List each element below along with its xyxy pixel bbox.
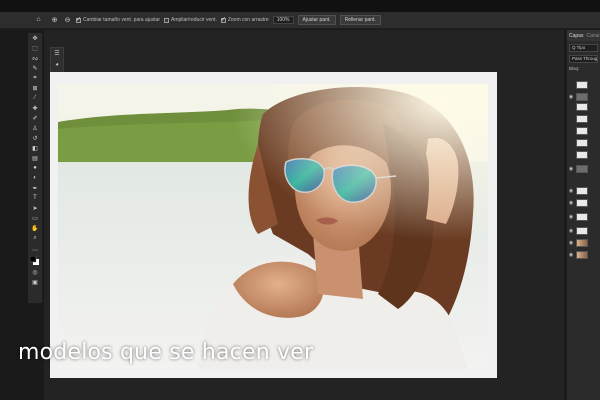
layer-row[interactable]: ◉ [568, 92, 600, 102]
scrubby-zoom-label: Zoom con arrastre [227, 17, 269, 23]
layer-row[interactable]: ◉ [568, 164, 600, 174]
layer-row[interactable]: ◉ [568, 212, 600, 222]
layer-row[interactable] [568, 114, 600, 124]
fill-screen-button[interactable]: Rellenar pant. [339, 15, 381, 25]
crop-tool-icon[interactable]: ⌗ [28, 73, 42, 83]
eye-icon[interactable]: ◉ [568, 200, 574, 206]
layer-filter-field[interactable]: Q Tipo [569, 44, 598, 52]
photo-woman-sunglasses [58, 84, 488, 369]
resize-windows-label: Cambiar tamaño vent. para ajustar [83, 17, 160, 23]
photo-layer-thumbnail [576, 251, 588, 259]
tab-layers[interactable]: Capas [569, 33, 583, 39]
rectangle-tool-icon[interactable]: ▭ [28, 213, 42, 223]
layer-row[interactable]: ◉ [568, 238, 600, 248]
history-brush-icon[interactable]: ↺ [28, 133, 42, 143]
eye-icon[interactable]: ◉ [568, 252, 574, 258]
app-title-bar [0, 0, 600, 12]
eye-icon[interactable]: ◉ [568, 94, 574, 100]
color-swatches-icon[interactable] [28, 255, 42, 265]
tools-panel: ✥ ⬚ ᔓ ✎ ⌗ ⊠ ⁄ ✚ ✐ ♙ ↺ ◧ ▤ ● ◐ ✒ T ➤ ▭ ✋ … [28, 33, 42, 303]
quick-select-tool-icon[interactable]: ✎ [28, 63, 42, 73]
home-icon[interactable]: ⌂ [34, 15, 43, 24]
clone-stamp-icon[interactable]: ♙ [28, 123, 42, 133]
checkbox-box[interactable] [163, 17, 169, 23]
layer-thumbnail [576, 213, 588, 221]
layer-thumbnail [576, 227, 588, 235]
more-tools-icon[interactable]: ⋯ [28, 245, 42, 255]
zoom-all-windows-checkbox[interactable]: Ampliar/reducir vent. [163, 17, 217, 23]
lock-label: Bloq: [569, 66, 580, 71]
lasso-tool-icon[interactable]: ᔓ [28, 53, 42, 63]
layer-row[interactable]: ◉ [568, 186, 600, 196]
color-panel-icon[interactable]: ◕ [51, 59, 63, 70]
quick-mask-icon[interactable]: ◎ [28, 267, 42, 277]
screen-mode-icon[interactable]: ▣ [28, 277, 42, 287]
dodge-tool-icon[interactable]: ◐ [28, 173, 42, 183]
eye-icon[interactable]: ◉ [568, 166, 574, 172]
layer-row[interactable]: ◉ [568, 250, 600, 260]
eye-icon[interactable]: ◉ [568, 188, 574, 194]
scrubby-zoom-checkbox[interactable]: Zoom con arrastre [220, 16, 269, 23]
zoom-out-icon[interactable]: ⊖ [63, 16, 72, 25]
zoom-all-windows-label: Ampliar/reducir vent. [170, 17, 217, 23]
marquee-tool-icon[interactable]: ⬚ [28, 43, 42, 53]
layer-thumbnail [576, 103, 588, 111]
eye-icon[interactable]: ◉ [568, 240, 574, 246]
eye-icon[interactable]: ◉ [568, 228, 574, 234]
layer-thumbnail [576, 139, 588, 147]
history-panel-icon[interactable]: ☰ [51, 48, 63, 59]
zoom-in-icon[interactable]: ⊕ [50, 16, 59, 25]
gradient-tool-icon[interactable]: ▤ [28, 153, 42, 163]
layer-thumbnail [576, 187, 588, 195]
layer-thumbnail [576, 199, 588, 207]
video-subtitle: modelos que se hacen ver [18, 340, 314, 365]
layer-row[interactable] [568, 126, 600, 136]
blend-mode-select[interactable]: Pass Through [569, 55, 598, 63]
eraser-tool-icon[interactable]: ◧ [28, 143, 42, 153]
layer-thumbnail [576, 151, 588, 159]
eye-icon[interactable]: ◉ [568, 214, 574, 220]
zoom-value[interactable]: 100% [272, 16, 294, 24]
folder-icon [576, 93, 588, 101]
options-bar: ⌂ ⊕ ⊖ Cambiar tamaño vent. para ajustar … [0, 12, 600, 29]
layer-thumbnail [576, 81, 588, 89]
folder-icon [576, 165, 588, 173]
move-tool-icon[interactable]: ✥ [28, 33, 42, 43]
brush-tool-icon[interactable]: ✐ [28, 113, 42, 123]
layer-row[interactable]: ◉ [568, 198, 600, 208]
layer-row[interactable] [568, 80, 600, 90]
path-select-tool-icon[interactable]: ➤ [28, 203, 42, 213]
blur-tool-icon[interactable]: ● [28, 163, 42, 173]
fit-screen-button[interactable]: Ajustar pant. [297, 15, 336, 25]
layer-row[interactable] [568, 102, 600, 112]
eyedropper-tool-icon[interactable]: ⁄ [28, 93, 42, 103]
pen-tool-icon[interactable]: ✒ [28, 183, 42, 193]
type-tool-icon[interactable]: T [28, 193, 42, 203]
layers-panel-tabs: Capas Canal [567, 30, 600, 41]
photo-layer-thumbnail [576, 239, 588, 247]
layer-row[interactable] [568, 138, 600, 148]
hand-tool-icon[interactable]: ✋ [28, 223, 42, 233]
tab-channels[interactable]: Canal [586, 33, 599, 39]
checkbox-box[interactable] [220, 16, 226, 23]
layer-row[interactable]: ◉ [568, 226, 600, 236]
healing-brush-icon[interactable]: ✚ [28, 103, 42, 113]
zoom-tool-icon[interactable]: ⌕ [28, 233, 42, 243]
layer-row[interactable] [568, 150, 600, 160]
layer-thumbnail [576, 127, 588, 135]
frame-tool-icon[interactable]: ⊠ [28, 83, 42, 93]
resize-windows-checkbox[interactable]: Cambiar tamaño vent. para ajustar [76, 16, 160, 23]
layer-thumbnail [576, 115, 588, 123]
checkbox-box[interactable] [76, 16, 81, 23]
